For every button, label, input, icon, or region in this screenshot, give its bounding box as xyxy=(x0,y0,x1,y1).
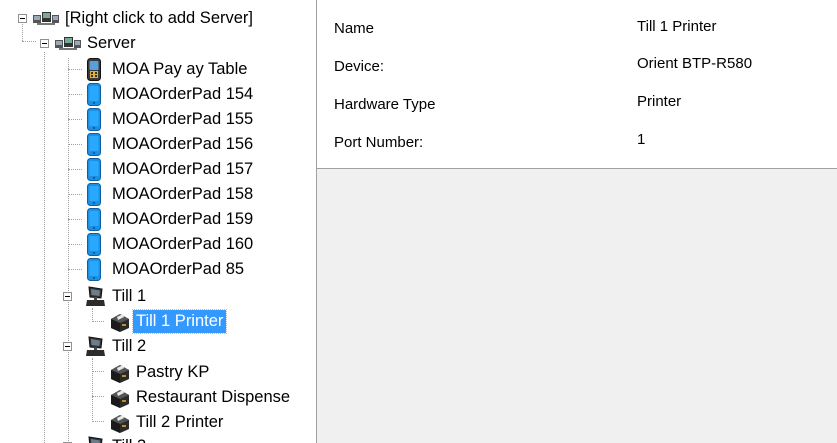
collapse-toggle[interactable] xyxy=(18,14,27,23)
tree-node-device[interactable]: MOAOrderPad 154 xyxy=(0,82,316,107)
order-pad-icon xyxy=(87,208,101,231)
order-pad-icon xyxy=(87,258,101,281)
tree-node-label: MOAOrderPad 158 xyxy=(112,185,254,203)
device-tree-pane[interactable]: [Right click to add Server] Server MOA P… xyxy=(0,0,317,443)
property-name: Name xyxy=(334,20,375,37)
tree-node-label: MOAOrderPad 85 xyxy=(112,260,245,278)
property-value: 1 xyxy=(637,131,646,148)
pay-at-table-icon xyxy=(87,58,101,81)
order-pad-icon xyxy=(87,83,101,106)
property-value: Till 1 Printer xyxy=(637,18,717,35)
property-row: Name Till 1 Printer xyxy=(317,12,837,50)
tree-node-device[interactable]: MOAOrderPad 157 xyxy=(0,157,316,182)
tree-node-till-3[interactable]: Till 3 xyxy=(0,434,316,443)
tree-node-label: Till 1 Printer xyxy=(131,309,228,334)
property-name: Hardware Type xyxy=(334,96,436,113)
tree-node-device[interactable]: MOAOrderPad 159 xyxy=(0,207,316,232)
tree-node-label: MOAOrderPad 160 xyxy=(112,235,254,253)
tree-node-till-1[interactable]: Till 1 xyxy=(0,284,316,309)
tree-node-printer[interactable]: Till 2 Printer xyxy=(0,410,316,435)
tree-node-label: MOAOrderPad 154 xyxy=(112,85,254,103)
order-pad-icon xyxy=(87,183,101,206)
property-row: Device: Orient BTP-R580 xyxy=(317,50,837,88)
property-name: Port Number: xyxy=(334,134,424,151)
tree-node-label: MOAOrderPad 157 xyxy=(112,160,254,178)
printer-icon xyxy=(109,311,131,333)
tree-node-label: Till 2 Printer xyxy=(136,413,224,431)
property-name: Device: xyxy=(334,58,385,75)
property-row: Hardware Type Printer xyxy=(317,88,837,126)
collapse-toggle[interactable] xyxy=(63,342,72,351)
tree-node-device[interactable]: MOAOrderPad 158 xyxy=(0,182,316,207)
tree-node-device[interactable]: MOAOrderPad 156 xyxy=(0,132,316,157)
properties-pane: Name Till 1 Printer Device: Orient BTP-R… xyxy=(317,0,837,443)
network-icon xyxy=(33,6,59,31)
tree-node-till-1-printer[interactable]: Till 1 Printer xyxy=(0,309,316,334)
tree-node-device[interactable]: MOAOrderPad 160 xyxy=(0,232,316,257)
printer-icon xyxy=(109,387,131,409)
properties-table: Name Till 1 Printer Device: Orient BTP-R… xyxy=(317,0,837,169)
order-pad-icon xyxy=(87,158,101,181)
tree-node-label: MOA Pay ay Table xyxy=(112,60,248,78)
tree-node-label: Till 2 xyxy=(112,337,147,355)
tree-node-server[interactable]: Server xyxy=(0,31,316,56)
tree-node-label: MOAOrderPad 155 xyxy=(112,110,254,128)
tree-node-till-2[interactable]: Till 2 xyxy=(0,334,316,359)
order-pad-icon xyxy=(87,133,101,156)
till-icon xyxy=(86,435,106,443)
tree-node-label: Till 3 xyxy=(109,435,149,443)
tree-node-device[interactable]: MOAOrderPad 155 xyxy=(0,107,316,132)
tree-node-label: MOAOrderPad 156 xyxy=(112,135,254,153)
printer-icon xyxy=(109,412,131,434)
tree-node-label: [Right click to add Server] xyxy=(65,9,253,27)
till-icon xyxy=(86,335,106,358)
tree-node-label: Server xyxy=(87,34,136,52)
property-row: Port Number: 1 xyxy=(317,126,837,164)
collapse-toggle[interactable] xyxy=(63,292,72,301)
tree-node-label: Pastry KP xyxy=(136,363,210,381)
collapse-toggle[interactable] xyxy=(40,39,49,48)
order-pad-icon xyxy=(87,233,101,256)
order-pad-icon xyxy=(87,108,101,131)
till-icon xyxy=(86,285,106,308)
tree-node-label: Restaurant Dispense xyxy=(136,388,291,406)
tree-node-printer[interactable]: Pastry KP xyxy=(0,360,316,385)
device-tree: [Right click to add Server] Server MOA P… xyxy=(0,0,316,443)
printer-icon xyxy=(109,362,131,384)
tree-node-device[interactable]: MOA Pay ay Table xyxy=(0,57,316,82)
tree-node-device[interactable]: MOAOrderPad 85 xyxy=(0,257,316,282)
tree-node-label: MOAOrderPad 159 xyxy=(112,210,254,228)
property-value: Printer xyxy=(637,93,682,110)
tree-node-printer[interactable]: Restaurant Dispense xyxy=(0,385,316,410)
tree-node-label: Till 1 xyxy=(112,287,147,305)
server-icon xyxy=(55,31,81,56)
property-value: Orient BTP-R580 xyxy=(637,55,753,72)
tree-node-root[interactable]: [Right click to add Server] xyxy=(0,6,316,31)
